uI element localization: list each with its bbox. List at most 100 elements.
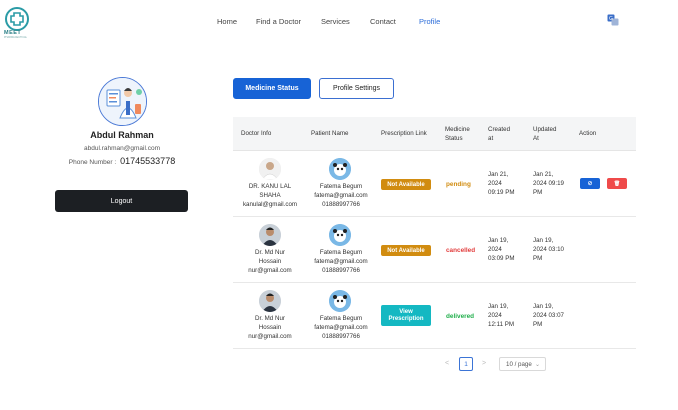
- doctor-portrait-icon: [259, 158, 281, 180]
- status-badge: delivered: [446, 313, 475, 320]
- patient-phone: 01888997766: [322, 267, 360, 274]
- updated-date: Jan 21,: [533, 171, 554, 178]
- created-year: 2024: [488, 180, 502, 187]
- nav-find-a-doctor[interactable]: Find a Doctor: [256, 17, 301, 26]
- nav-home[interactable]: Home: [217, 17, 237, 26]
- table-row: Dr. Md Nur Hossain nur@gmail.com Fatema …: [233, 217, 636, 283]
- updated-year-time: 2024 03:10: [533, 246, 564, 253]
- nav-services[interactable]: Services: [321, 17, 350, 26]
- doctor-info: Dr. Md Nur Hossain nur@gmail.com: [239, 314, 301, 341]
- patient-photo: [329, 158, 351, 180]
- doctor-photo: [259, 290, 281, 312]
- created-time: 12:11 PM: [488, 321, 515, 328]
- view-prescription-button[interactable]: View Prescription: [381, 305, 431, 326]
- header-medicine-status: Medicine Status: [445, 125, 470, 143]
- patient-email: fatema@gmail.com: [314, 324, 368, 331]
- chevron-down-icon: ⌄: [534, 362, 540, 368]
- created-time: 09:19 PM: [488, 189, 515, 196]
- profile-name: Abdul Rahman: [90, 130, 154, 140]
- doctor-name-line1: Dr. Md Nur: [255, 249, 285, 256]
- status-badge: pending: [446, 181, 471, 188]
- panda-avatar-icon: [329, 224, 351, 246]
- tab-profile-settings[interactable]: Profile Settings: [319, 78, 394, 99]
- nav-profile[interactable]: Profile: [419, 17, 440, 26]
- table-row: DR. KANU LAL SHAHA kanulal@gmail.com Fat…: [233, 151, 636, 217]
- header-updated-line2: At: [533, 135, 539, 142]
- svg-text:G: G: [609, 16, 613, 22]
- patient-photo: [329, 224, 351, 246]
- header-created-at: Created at: [488, 125, 510, 143]
- patient-name: Fatema Begum: [319, 249, 363, 256]
- created-date: Jan 21,: [488, 171, 509, 178]
- pagination-page-1[interactable]: 1: [459, 357, 473, 371]
- brand-tagline: PHARMACEUTICAL: [4, 36, 28, 39]
- tab-medicine-status[interactable]: Medicine Status: [233, 78, 311, 99]
- created-date: Jan 19,: [488, 237, 509, 244]
- doctor-email: nur@gmail.com: [248, 333, 292, 340]
- updated-period: PM: [533, 321, 543, 328]
- phone-label: Phone Number :: [68, 159, 117, 166]
- doctor-info: Dr. Md Nur Hossain nur@gmail.com: [239, 248, 301, 275]
- updated-at: Jan 19, 2024 03:07 PM: [533, 302, 564, 329]
- patient-info: Fatema Begum fatema@gmail.com 0188899776…: [311, 314, 371, 341]
- doctor-email: kanulal@gmail.com: [242, 201, 298, 208]
- doctor-photo: [259, 158, 281, 180]
- patient-email: fatema@gmail.com: [314, 192, 368, 199]
- view-prescription-line1: View: [399, 308, 413, 315]
- doctor-photo: [259, 224, 281, 246]
- created-year: 2024: [488, 246, 502, 253]
- updated-period: PM: [533, 189, 543, 196]
- patient-email: fatema@gmail.com: [314, 258, 368, 265]
- patient-name: Fatema Begum: [319, 315, 363, 322]
- patient-info: Fatema Begum fatema@gmail.com 0188899776…: [311, 182, 371, 209]
- header-updated-line1: Updated: [533, 126, 557, 133]
- table-row: Dr. Md Nur Hossain nur@gmail.com Fatema …: [233, 283, 636, 349]
- header-updated-at: Updated At: [533, 125, 556, 143]
- updated-period: PM: [533, 255, 543, 262]
- cancel-icon: ⊘: [587, 181, 593, 187]
- patient-phone: 01888997766: [322, 333, 360, 340]
- doctor-portrait-icon: [259, 290, 281, 312]
- header-created-line1: Created: [488, 126, 511, 133]
- updated-at: Jan 21, 2024 09:19 PM: [533, 170, 564, 197]
- header-action: Action: [579, 130, 597, 137]
- patient-info: Fatema Begum fatema@gmail.com 0188899776…: [311, 248, 371, 275]
- page-size-select[interactable]: 10 / page ⌄: [499, 357, 546, 371]
- doctor-avatar-icon: [99, 78, 146, 125]
- view-prescription-line2: Prescription: [388, 315, 424, 322]
- patient-photo: [329, 290, 351, 312]
- logout-button[interactable]: Logout: [55, 190, 188, 212]
- phone-value: 01745533778: [120, 156, 176, 166]
- status-badge: cancelled: [446, 247, 476, 254]
- page-size-value: 10 / page: [506, 360, 532, 368]
- panda-avatar-icon: [329, 290, 351, 312]
- header-created-line2: at: [488, 135, 494, 142]
- updated-year-time: 2024 03:07: [533, 312, 564, 319]
- patient-name: Fatema Begum: [319, 183, 363, 190]
- table-header: Doctor Info Patient Name Prescription Li…: [233, 117, 636, 151]
- header-patient-name: Patient Name: [311, 130, 349, 137]
- created-at: Jan 19, 2024 03:09 PM: [488, 236, 514, 263]
- patient-phone: 01888997766: [322, 201, 360, 208]
- doctor-name-line1: Dr. Md Nur: [255, 315, 285, 322]
- created-time: 03:09 PM: [488, 255, 515, 262]
- prescription-not-available-badge: Not Available: [381, 245, 431, 256]
- header-medicine-status-line1: Medicine: [445, 126, 470, 133]
- doctor-email: nur@gmail.com: [248, 267, 292, 274]
- delete-order-button[interactable]: 🗑: [607, 178, 627, 189]
- profile-email: abdul.rahman@gmail.com: [84, 145, 160, 152]
- cancel-order-button[interactable]: ⊘: [580, 178, 600, 189]
- trash-icon: 🗑: [613, 180, 621, 187]
- nav-contact[interactable]: Contact: [370, 17, 396, 26]
- pagination-prev-button[interactable]: <: [445, 360, 449, 367]
- updated-date: Jan 19,: [533, 303, 554, 310]
- created-date: Jan 19,: [488, 303, 509, 310]
- prescription-not-available-badge: Not Available: [381, 179, 431, 190]
- pagination-next-button[interactable]: >: [482, 360, 486, 367]
- created-at: Jan 19, 2024 12:11 PM: [488, 302, 514, 329]
- avatar: [98, 77, 147, 126]
- profile-phone: Phone Number :01745533778: [52, 156, 192, 166]
- translate-icon[interactable]: G: [607, 14, 619, 26]
- created-at: Jan 21, 2024 09:19 PM: [488, 170, 514, 197]
- header: MEET PHARMACEUTICAL Home Find a Doctor S…: [0, 0, 678, 44]
